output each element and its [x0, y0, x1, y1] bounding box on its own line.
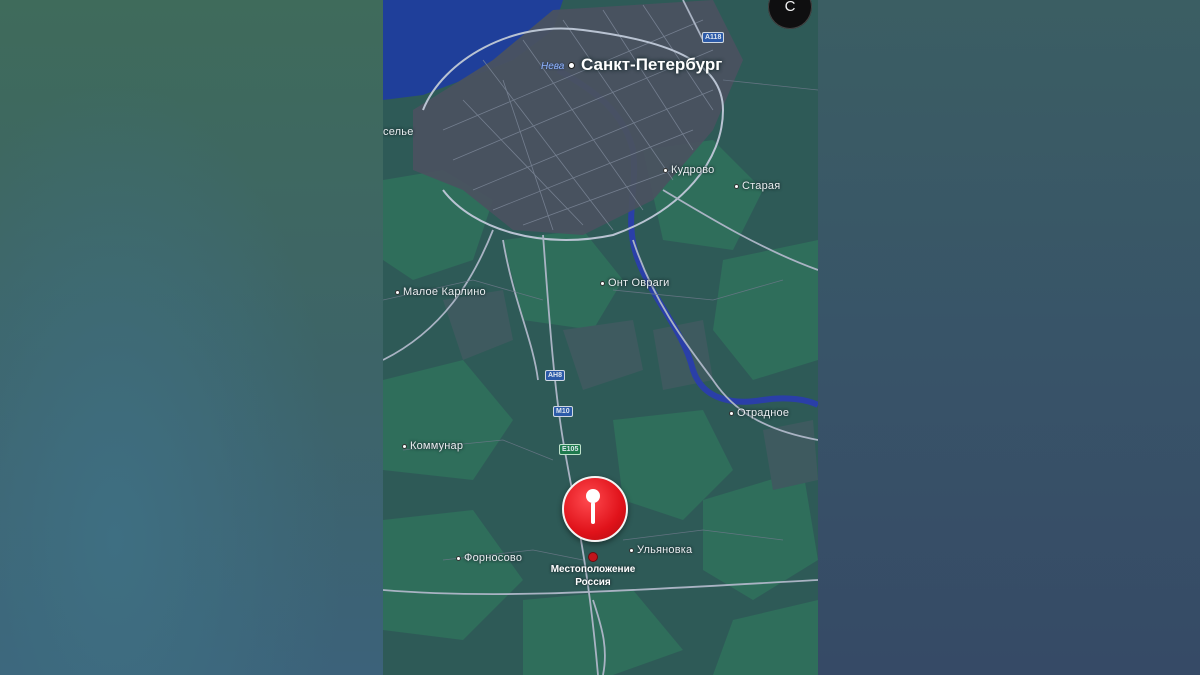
- place-dot-icon: [729, 410, 734, 416]
- compass-label: С: [784, 0, 796, 15]
- place-dot-icon: [629, 547, 634, 553]
- place-label-ulyanovka[interactable]: Ульяновка: [629, 544, 692, 556]
- road-shield-m10: M10: [553, 406, 573, 417]
- place-dot-icon: [600, 280, 605, 286]
- pin-caption-subtitle: Россия: [575, 577, 611, 588]
- road-shield-ah8: AH8: [545, 370, 566, 381]
- place-label-maloe-karlino[interactable]: Малое Карлино: [395, 286, 486, 298]
- place-dot-icon: [456, 555, 461, 561]
- city-label[interactable]: Санкт-Петербург: [568, 55, 722, 75]
- place-label-selye[interactable]: селье: [383, 126, 414, 138]
- place-dot-icon: [395, 289, 400, 295]
- place-label-kommunar[interactable]: Коммунар: [402, 440, 463, 452]
- pin-anchor-dot: [588, 552, 598, 562]
- city-dot-icon: [568, 62, 575, 70]
- background-left: [0, 0, 383, 675]
- map-view[interactable]: С Нева Санкт-Петербург A118 AH8 M10 E105…: [383, 0, 818, 675]
- pin-caption[interactable]: Местоположение Россия: [533, 563, 653, 589]
- location-pin-icon[interactable]: [562, 476, 628, 542]
- background-right: [818, 0, 1200, 675]
- place-dot-icon: [663, 167, 668, 173]
- place-label-kudrovo[interactable]: Кудрово: [663, 164, 714, 176]
- pin-caption-title: Местоположение: [550, 564, 636, 575]
- place-dot-icon: [402, 443, 407, 449]
- place-dot-icon: [734, 183, 739, 189]
- place-label-fornosovo[interactable]: Форносово: [456, 552, 522, 564]
- place-label-staraya[interactable]: Старая: [734, 180, 780, 192]
- road-shield-e105: E105: [559, 444, 582, 455]
- water-label-neva: Нева: [541, 61, 565, 72]
- pin-head: [586, 489, 600, 503]
- pin-stem: [591, 502, 595, 524]
- place-label-otradnoe[interactable]: Отрадное: [729, 407, 789, 419]
- city-name: Санкт-Петербург: [581, 55, 723, 74]
- place-label-ont-ovragi[interactable]: Онт Овраги: [600, 277, 670, 289]
- pin-circle: [562, 476, 628, 542]
- road-shield-a118: A118: [702, 32, 725, 43]
